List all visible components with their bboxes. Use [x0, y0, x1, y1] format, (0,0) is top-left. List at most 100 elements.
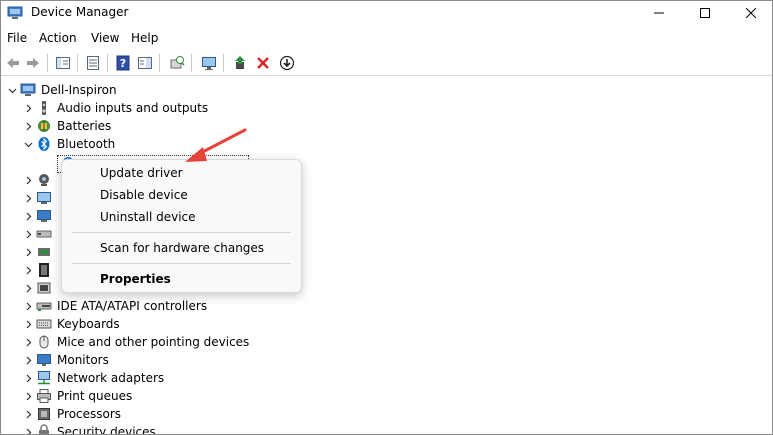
device-icon	[35, 279, 53, 297]
computer-icon	[35, 189, 53, 207]
properties-pane-icon[interactable]	[53, 53, 73, 73]
tree-item-label: Keyboards	[57, 317, 120, 331]
chevron-right-icon[interactable]	[21, 405, 35, 423]
toolbar-separator	[47, 54, 48, 72]
security-icon	[35, 423, 53, 434]
menu-separator	[72, 232, 291, 233]
uninstall-device-menu-item[interactable]: Uninstall device	[100, 210, 196, 224]
update-driver-menu-item[interactable]: Update driver	[100, 166, 183, 180]
firmware-icon	[35, 243, 53, 261]
tree-item-security[interactable]: Security devices	[21, 423, 156, 435]
chevron-right-icon[interactable]	[21, 315, 35, 333]
toolbar-separator	[191, 54, 192, 72]
ide-controller-icon	[35, 297, 53, 315]
tree-item-network[interactable]: Network adapters	[21, 369, 164, 387]
chevron-right-icon[interactable]	[21, 423, 35, 434]
tree-item-label: Network adapters	[57, 371, 165, 385]
chevron-right-icon[interactable]	[21, 225, 35, 243]
display-icon	[35, 207, 53, 225]
tree-item-audio[interactable]: Audio inputs and outputs	[21, 99, 208, 117]
tree-item-monitors[interactable]: Monitors	[21, 351, 109, 369]
annotation-arrow-icon	[185, 128, 247, 162]
update-driver-icon[interactable]	[231, 53, 251, 73]
toolbar-separator	[223, 54, 224, 72]
chevron-right-icon[interactable]	[21, 189, 35, 207]
tree-item-label: Processors	[57, 407, 122, 421]
tree-item-label: Monitors	[57, 353, 109, 367]
tree-item-hidden[interactable]	[21, 189, 57, 207]
tree-root-label: Dell-Inspiron	[41, 83, 117, 97]
menu-bar: File Action View Help	[1, 27, 772, 49]
minimize-button[interactable]	[636, 1, 682, 25]
menu-action[interactable]: Action	[39, 31, 77, 45]
tree-item-hidden[interactable]	[21, 261, 57, 279]
device-manager-window: Device Manager File Action View Help ? D…	[0, 0, 773, 435]
mouse-icon	[35, 333, 53, 351]
tree-item-batteries[interactable]: Batteries	[21, 117, 111, 135]
tree-item-label: Security devices	[57, 425, 156, 435]
computer-icon	[19, 81, 37, 99]
scan-hardware-icon[interactable]	[167, 53, 187, 73]
toolbar-separator	[159, 54, 160, 72]
window-title: Device Manager	[31, 5, 129, 19]
view-icon[interactable]	[83, 53, 103, 73]
menu-help[interactable]: Help	[131, 31, 158, 45]
toolbar-separator	[77, 54, 78, 72]
disable-icon[interactable]	[277, 53, 297, 73]
tree-item-ide[interactable]: IDE ATA/ATAPI controllers	[21, 297, 207, 315]
menu-view[interactable]: View	[91, 31, 119, 45]
tree-item-print-queues[interactable]: Print queues	[21, 387, 132, 405]
disable-device-menu-item[interactable]: Disable device	[100, 188, 188, 202]
tree-item-hidden[interactable]	[21, 207, 57, 225]
chevron-right-icon[interactable]	[21, 279, 35, 297]
tree-item-hidden[interactable]	[21, 225, 57, 243]
monitor-icon[interactable]	[199, 53, 219, 73]
toolbar-separator	[107, 54, 108, 72]
chevron-right-icon[interactable]	[21, 171, 35, 189]
tree-item-mice[interactable]: Mice and other pointing devices	[21, 333, 249, 351]
show-pane-icon[interactable]	[135, 53, 155, 73]
camera-icon	[35, 171, 53, 189]
chevron-right-icon[interactable]	[21, 207, 35, 225]
scan-hardware-menu-item[interactable]: Scan for hardware changes	[100, 241, 264, 255]
uninstall-icon[interactable]	[253, 53, 273, 73]
back-icon[interactable]	[3, 53, 23, 73]
title-bar: Device Manager	[1, 1, 772, 25]
chevron-right-icon[interactable]	[21, 387, 35, 405]
chevron-right-icon[interactable]	[21, 261, 35, 279]
device-manager-app-icon	[7, 5, 23, 21]
chevron-right-icon[interactable]	[21, 99, 35, 117]
tree-item-label: Mice and other pointing devices	[57, 335, 250, 349]
menu-separator	[72, 263, 291, 264]
maximize-button[interactable]	[682, 1, 728, 25]
chevron-right-icon[interactable]	[21, 117, 35, 135]
chevron-right-icon[interactable]	[21, 333, 35, 351]
properties-menu-item[interactable]: Properties	[100, 272, 171, 286]
drive-icon	[35, 225, 53, 243]
processor-icon	[35, 405, 53, 423]
help-icon[interactable]: ?	[113, 53, 133, 73]
svg-text:?: ?	[120, 57, 126, 70]
tree-item-hidden[interactable]	[21, 171, 57, 189]
toolbar: ?	[1, 51, 772, 76]
chevron-right-icon[interactable]	[21, 351, 35, 369]
tree-item-hidden[interactable]	[21, 279, 57, 297]
tree-item-hidden[interactable]	[21, 243, 57, 261]
chevron-down-icon[interactable]	[5, 81, 19, 99]
chevron-right-icon[interactable]	[21, 243, 35, 261]
tree-item-bluetooth[interactable]: Bluetooth	[21, 135, 115, 153]
network-icon	[35, 369, 53, 387]
forward-icon[interactable]	[23, 53, 43, 73]
menu-file[interactable]: File	[7, 31, 27, 45]
close-button[interactable]	[728, 1, 772, 25]
chevron-down-icon[interactable]	[21, 135, 35, 153]
tree-item-label: Bluetooth	[57, 137, 116, 151]
tree-item-processors[interactable]: Processors	[21, 405, 121, 423]
chevron-right-icon[interactable]	[21, 297, 35, 315]
chevron-right-icon[interactable]	[21, 369, 35, 387]
context-menu: Update driver Disable device Uninstall d…	[61, 159, 302, 293]
tree-root[interactable]: Dell-Inspiron	[5, 81, 117, 99]
printer-icon	[35, 387, 53, 405]
tree-item-keyboards[interactable]: Keyboards	[21, 315, 120, 333]
tree-item-label: Audio inputs and outputs	[57, 101, 209, 115]
